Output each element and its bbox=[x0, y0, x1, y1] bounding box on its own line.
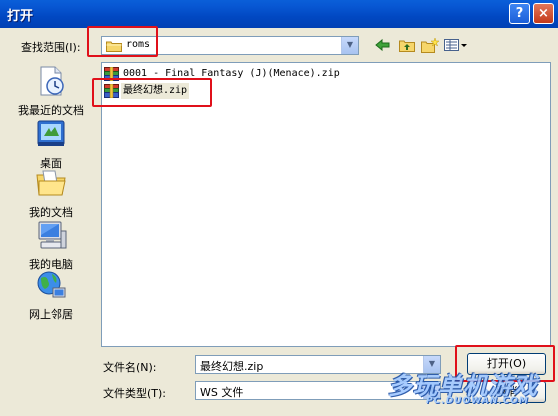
filetype-value: WS 文件 bbox=[200, 386, 244, 399]
place-network-places[interactable]: 网上邻居 bbox=[4, 269, 98, 322]
place-recent-documents[interactable]: 我最近的文档 bbox=[4, 65, 98, 118]
view-menu-icon[interactable] bbox=[444, 38, 468, 54]
place-label: 我最近的文档 bbox=[18, 104, 84, 117]
look-in-label: 查找范围(I): bbox=[21, 41, 81, 54]
close-button[interactable]: × bbox=[533, 3, 554, 24]
up-folder-icon[interactable] bbox=[398, 38, 416, 54]
my-computer-icon bbox=[4, 219, 98, 254]
watermark-url: PC.DUOWAN.COM bbox=[426, 396, 529, 406]
watermark-logo: 多玩单机游戏 PC.DUOWAN.COM bbox=[388, 366, 554, 412]
desktop-icon bbox=[4, 118, 98, 153]
annotation-box-lookin bbox=[87, 26, 158, 57]
my-documents-icon bbox=[4, 167, 98, 202]
help-button[interactable]: ? bbox=[509, 3, 530, 24]
chevron-down-icon[interactable]: ▼ bbox=[341, 37, 358, 54]
filetype-label: 文件类型(T): bbox=[103, 387, 167, 400]
place-my-computer[interactable]: 我的电脑 bbox=[4, 219, 98, 272]
title-bar[interactable]: 打开 ? × bbox=[0, 0, 558, 28]
annotation-box-file bbox=[92, 78, 212, 107]
open-file-dialog: 打开 ? × 查找范围(I): roms ▼ 我最近的文档 桌面 我的文档 我的… bbox=[0, 0, 558, 416]
new-folder-icon[interactable] bbox=[421, 37, 440, 54]
filename-value: 最终幻想.zip bbox=[200, 360, 264, 373]
filename-label: 文件名(N): bbox=[103, 361, 157, 374]
back-icon[interactable] bbox=[374, 38, 392, 54]
places-bar: 我最近的文档 桌面 我的文档 我的电脑 网上邻居 bbox=[4, 59, 98, 403]
network-places-icon bbox=[4, 269, 98, 304]
place-label: 我的文档 bbox=[29, 206, 73, 219]
place-my-documents[interactable]: 我的文档 bbox=[4, 167, 98, 220]
dialog-title: 打开 bbox=[7, 9, 34, 24]
recent-documents-icon bbox=[4, 65, 98, 100]
place-label: 网上邻居 bbox=[29, 308, 73, 321]
place-desktop[interactable]: 桌面 bbox=[4, 118, 98, 171]
